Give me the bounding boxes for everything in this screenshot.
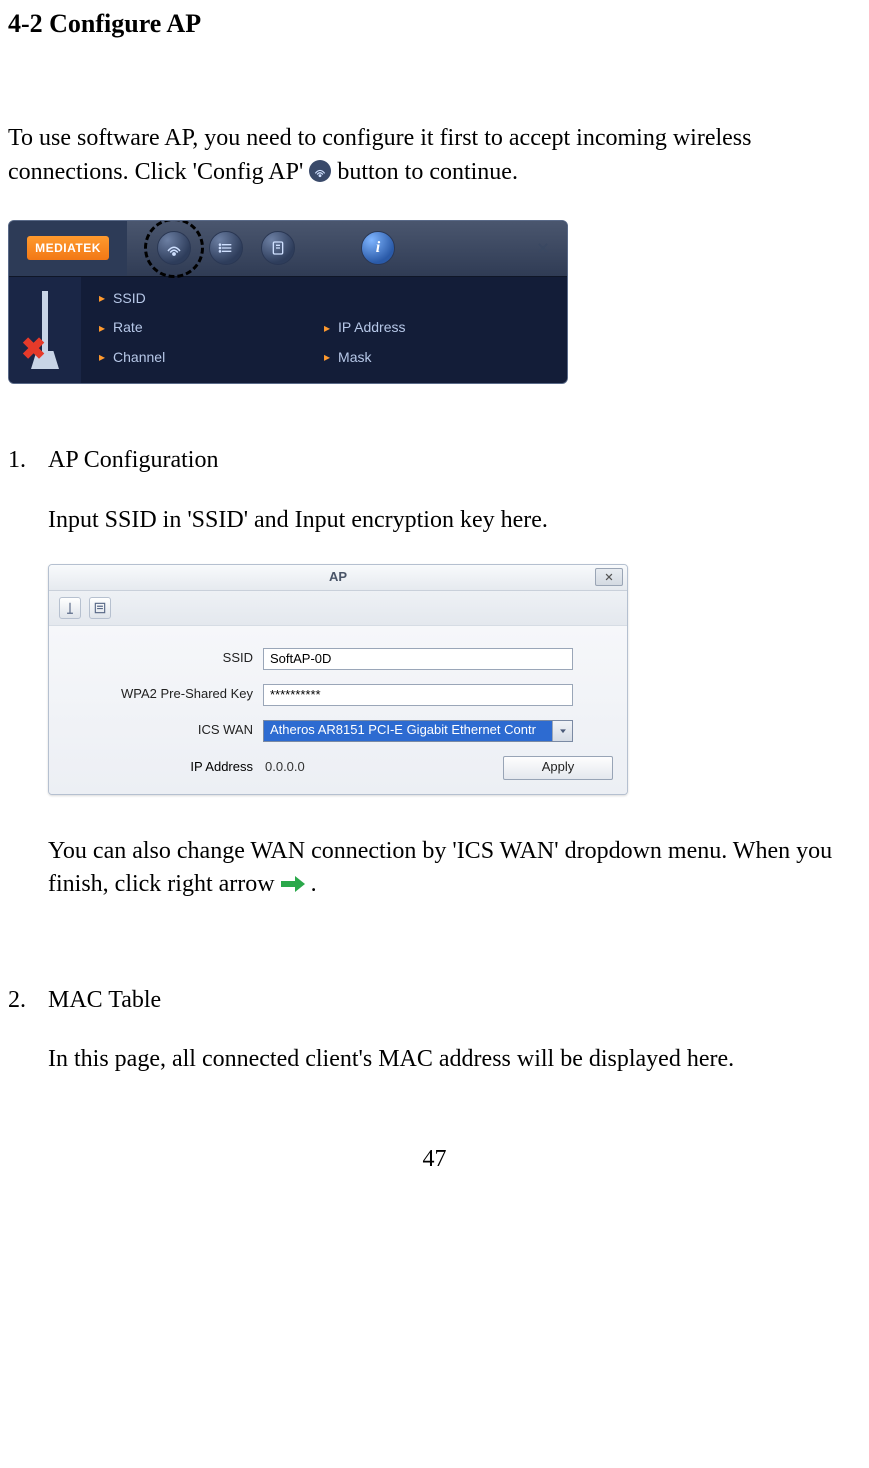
row-ssid: SSID [63,648,613,670]
step1-after-text-1: You can also change WAN connection by 'I… [48,838,832,898]
step1-after: You can also change WAN connection by 'I… [48,835,861,902]
row-ip: IP Address 0.0.0.0 Apply [63,756,613,780]
tab-antenna-icon[interactable] [59,597,81,619]
step-number: 2. [8,984,38,1103]
panel1-body: ✖ ▸SSID ▸Rate ▸IP Address ▸Channel ▸Mask [9,277,567,384]
step1-desc: Input SSID in 'SSID' and Input encryptio… [48,504,861,538]
dialog-title: AP [329,568,347,586]
chevron-down-icon [552,721,572,741]
info-button[interactable]: i [361,231,395,265]
right-arrow-icon [281,875,305,893]
input-wpa-key[interactable] [263,684,573,706]
list-button[interactable] [209,231,243,265]
antenna-icon: ✖ [9,277,81,384]
ap-config-dialog: AP SSID WPA2 Pre-Shared Key [48,564,628,795]
value-ip: 0.0.0.0 [263,758,493,776]
label-ip: IP Address [63,758,253,776]
field-channel: ▸Channel [99,348,324,368]
label-wpa: WPA2 Pre-Shared Key [63,685,253,703]
step-1: 1. AP Configuration Input SSID in 'SSID'… [8,444,861,927]
select-ics-wan[interactable]: Atheros AR8151 PCI-E Gigabit Ethernet Co… [263,720,573,742]
row-wpa: WPA2 Pre-Shared Key [63,684,613,706]
config-ap-button[interactable] [157,231,191,265]
page-number: 47 [8,1143,861,1177]
step1-title: AP Configuration [48,444,861,478]
field-mask: ▸Mask [324,348,549,368]
dialog-form: SSID WPA2 Pre-Shared Key ICS WAN Atheros… [49,626,627,794]
label-ssid: SSID [63,649,253,667]
field-ip: ▸IP Address [324,318,549,338]
section-heading: 4-2 Configure AP [8,6,861,42]
panel1-close-button[interactable] [519,221,567,276]
chevron-icon: ▸ [99,290,105,307]
config-ap-icon [309,160,331,182]
panel1-toolbar: MEDIATEK i [9,221,567,277]
chevron-icon: ▸ [324,349,330,366]
input-ssid[interactable] [263,648,573,670]
label-ics: ICS WAN [63,721,253,739]
chevron-icon: ▸ [324,320,330,337]
intro-text-2: button to continue. [337,159,518,185]
dialog-tabs [49,591,627,626]
toolbar-icons: i [127,221,519,276]
dialog-titlebar: AP [49,565,627,591]
intro-paragraph: To use software AP, you need to configur… [8,122,861,189]
chevron-icon: ▸ [99,320,105,337]
select-value: Atheros AR8151 PCI-E Gigabit Ethernet Co… [264,721,552,741]
tab-list-icon[interactable] [89,597,111,619]
step2-title: MAC Table [48,984,861,1018]
field-rate: ▸Rate [99,318,324,338]
field-ssid: ▸SSID [99,289,324,309]
step1-after-text-2: . [311,871,317,897]
panel1-fields: ▸SSID ▸Rate ▸IP Address ▸Channel ▸Mask [81,277,567,384]
row-ics: ICS WAN Atheros AR8151 PCI-E Gigabit Eth… [63,720,613,742]
step2-desc: In this page, all connected client's MAC… [48,1043,861,1077]
chevron-icon: ▸ [99,349,105,366]
mediatek-panel: MEDIATEK i ✖ [8,220,568,385]
logo-text: MEDIATEK [27,236,109,261]
log-button[interactable] [261,231,295,265]
apply-button[interactable]: Apply [503,756,613,780]
step-number: 1. [8,444,38,927]
dialog-close-button[interactable] [595,568,623,586]
step-2: 2. MAC Table In this page, all connected… [8,984,861,1103]
mediatek-logo: MEDIATEK [9,221,127,276]
